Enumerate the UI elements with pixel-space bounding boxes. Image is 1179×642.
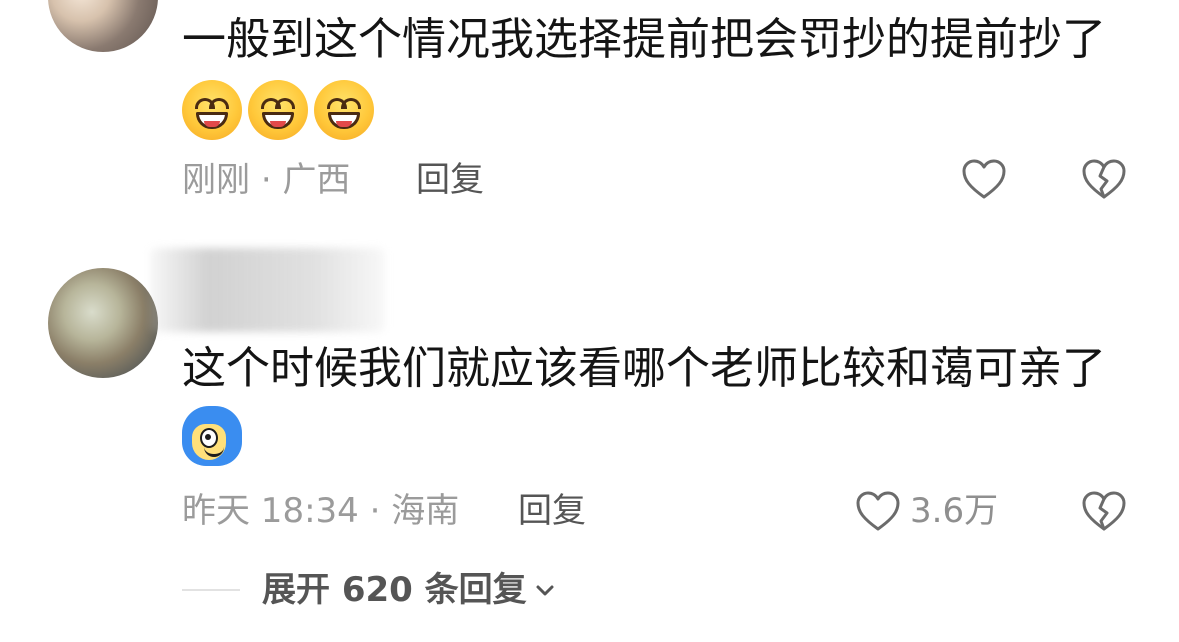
meta-separator: · bbox=[369, 491, 381, 531]
comment-time: 昨天 18:34 bbox=[182, 491, 359, 531]
comment-meta: 昨天 18:34 · 海南 bbox=[182, 489, 459, 533]
reply-button[interactable]: 回复 bbox=[518, 489, 586, 533]
comment-time: 刚刚 bbox=[182, 160, 250, 200]
grinning-emoji bbox=[248, 80, 308, 140]
broken-heart-icon[interactable] bbox=[1080, 156, 1128, 204]
expand-replies-label: 展开 620 条回复 bbox=[262, 570, 527, 610]
heart-outline-icon[interactable] bbox=[854, 488, 902, 536]
like-count: 3.6万 bbox=[910, 491, 999, 531]
grinning-emoji bbox=[314, 80, 374, 140]
meta-separator: · bbox=[260, 160, 272, 200]
comment-text: 这个时候我们就应该看哪个老师比较和蔼可亲了 bbox=[182, 343, 1106, 394]
comment-meta: 刚刚 · 广西 bbox=[182, 158, 350, 202]
emoji-row bbox=[182, 80, 374, 140]
heart-outline-icon[interactable] bbox=[960, 156, 1008, 204]
reply-button[interactable]: 回复 bbox=[416, 158, 484, 202]
chevron-down-icon bbox=[536, 585, 554, 596]
expand-replies-button[interactable]: 展开 620 条回复 bbox=[262, 568, 557, 612]
comment-text: 一般到这个情况我选择提前把会罚抄的提前抄了 bbox=[182, 14, 1106, 65]
broken-heart-icon[interactable] bbox=[1080, 488, 1128, 536]
emoji-row bbox=[182, 406, 242, 466]
grinning-emoji bbox=[182, 80, 242, 140]
comment-location: 广西 bbox=[282, 160, 351, 200]
blue-monster-emoji bbox=[182, 406, 242, 466]
comment-location: 海南 bbox=[391, 491, 460, 531]
divider bbox=[182, 589, 240, 591]
commenter-avatar[interactable] bbox=[48, 0, 158, 52]
commenter-avatar[interactable] bbox=[48, 268, 158, 378]
redacted-username bbox=[150, 248, 385, 332]
